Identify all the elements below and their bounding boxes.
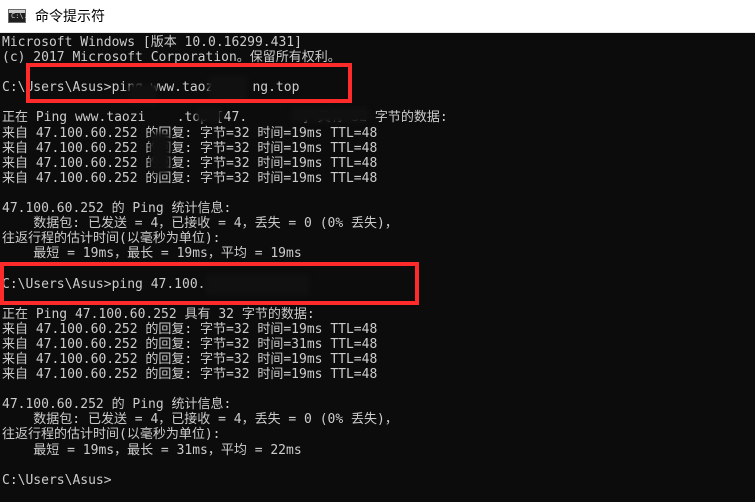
console-line: 数据包: 已发送 = 4，已接收 = 4，丢失 = 0 (0% 丢失)， [2, 412, 398, 428]
console-line: C:\Users\Asus>ping 47.100. [2, 276, 206, 292]
console-line: 往返行程的估计时间(以毫秒为单位): [2, 231, 221, 247]
console-line: 往返行程的估计时间(以毫秒为单位): [2, 427, 221, 443]
window-title: 命令提示符 [35, 9, 105, 25]
redaction-mark [290, 107, 370, 123]
redaction-mark [150, 133, 170, 173]
console-line: 47.100.60.252 的 Ping 统计信息: [2, 201, 232, 217]
console-lines: Microsoft Windows [版本 10.0.16299.431] (c)… [2, 35, 755, 488]
console-line: Microsoft Windows [版本 10.0.16299.431] [2, 35, 302, 50]
console-line: 来自 47.100.60.252 的回复: 字节=32 时间=19ms TTL=… [2, 155, 378, 171]
redaction-mark [205, 274, 310, 296]
console-line: 正在 Ping 47.100.60.252 具有 32 字节的数据: [2, 306, 315, 322]
console-line: C:\Users\Asus>ping www.taozi ng.top [2, 80, 300, 96]
console-line: 来自 47.100.60.252 的回复: 字节=32 时间=19ms TTL=… [2, 170, 378, 186]
cmd-icon: C:\. [8, 9, 28, 23]
console-line: C:\Users\Asus> [2, 472, 112, 488]
console-line: 来自 47.100.60.252 的回复: 字节=32 时间=19ms TTL=… [2, 351, 378, 367]
console-line: 最短 = 19ms，最长 = 31ms，平均 = 22ms [2, 442, 302, 458]
console-output[interactable]: Microsoft Windows [版本 10.0.16299.431] (c)… [0, 33, 755, 502]
console-line: 数据包: 已发送 = 4，已接收 = 4，丢失 = 0 (0% 丢失)， [2, 216, 398, 232]
console-line: 来自 47.100.60.252 的回复: 字节=32 时间=19ms TTL=… [2, 140, 378, 156]
redaction-mark [196, 107, 222, 123]
title-bar: C:\. 命令提示符 [0, 0, 755, 33]
console-line: (c) 2017 Microsoft Corporation。保留所有权利。 [2, 50, 341, 66]
console-line: 来自 47.100.60.252 的回复: 字节=32 时间=31ms TTL=… [2, 336, 378, 352]
console-line: 最短 = 19ms，最长 = 19ms，平均 = 19ms [2, 246, 302, 262]
console-line: 47.100.60.252 的 Ping 统计信息: [2, 397, 232, 413]
redaction-mark [208, 75, 248, 103]
console-line: 来自 47.100.60.252 的回复: 字节=32 时间=19ms TTL=… [2, 321, 378, 337]
console-line: 正在 Ping www.taozi .top [47. ] 具有 32 字节的数… [2, 110, 448, 126]
redaction-mark [128, 83, 158, 105]
console-line: 来自 47.100.60.252 的回复: 字节=32 时间=19ms TTL=… [2, 367, 378, 383]
console-line: 来自 47.100.60.252 的回复: 字节=32 时间=19ms TTL=… [2, 125, 378, 141]
